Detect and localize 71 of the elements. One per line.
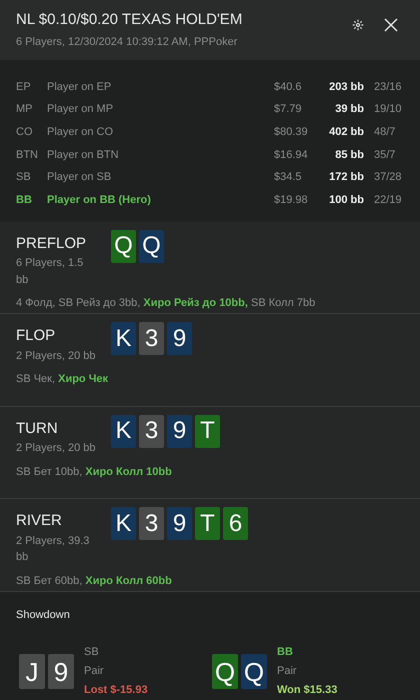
- playing-card: 9: [48, 654, 74, 689]
- player-position: BTN: [16, 148, 39, 163]
- street-name: RIVER: [16, 511, 63, 532]
- playing-card: Q: [241, 654, 267, 689]
- player-big-blinds: 402 bb: [328, 124, 364, 140]
- player-big-blinds: 203 bb: [328, 80, 364, 95]
- hand-info: 6 Players, 12/30/2024 10:39:12 AM, PPPoker: [16, 35, 238, 50]
- street-name: PREFLOP: [16, 234, 88, 254]
- playing-card: T: [195, 414, 220, 448]
- street-name: FLOP: [16, 326, 56, 346]
- player-stack: $19.98: [274, 193, 309, 208]
- playing-card: Q: [212, 654, 238, 689]
- playing-card: K: [111, 507, 136, 540]
- player-stack: $40.6: [274, 80, 303, 95]
- player-position: EP: [16, 80, 32, 95]
- player-name: Player on EP: [47, 80, 112, 95]
- playing-card: J: [19, 654, 45, 689]
- player-stats: 35/7: [373, 148, 396, 163]
- settings-icon[interactable]: [352, 19, 364, 31]
- close-icon[interactable]: [384, 18, 398, 32]
- window-title: NL $0.10/$0.20 TEXAS HOLD'EM: [16, 10, 244, 30]
- player-big-blinds: 172 bb: [328, 170, 364, 186]
- street-name: TURN: [16, 418, 59, 439]
- showdown-title: Showdown: [16, 608, 71, 622]
- street-info: 2 Players, 20 bb: [16, 441, 96, 456]
- playing-card: Q: [111, 230, 136, 263]
- showdown-hand: Pair: [277, 664, 298, 679]
- player-stack: $34.5: [274, 170, 303, 186]
- player-position: BB: [16, 193, 33, 208]
- showdown-result: Lost $-15.93: [84, 683, 148, 698]
- player-name: Player on BB (Hero): [47, 193, 152, 208]
- street-actions: SB Чек, Хиро Чек: [16, 372, 110, 388]
- showdown-result: Won $15.33: [277, 683, 338, 698]
- player-stack: $16.94: [274, 148, 309, 163]
- playing-card: Q: [139, 230, 164, 263]
- playing-card: 6: [223, 507, 248, 540]
- street-actions: 4 Фолд, SB Рейз до 3bb, Хиро Рейз до 10bb, SB Колл 7bb: [16, 296, 316, 312]
- player-position: SB: [16, 170, 32, 186]
- playing-card: K: [111, 322, 136, 356]
- player-stack: $80.39: [274, 124, 309, 140]
- playing-card: 9: [167, 322, 192, 356]
- player-big-blinds: 39 bb: [334, 102, 364, 118]
- showdown-hand: Pair: [84, 664, 105, 679]
- playing-card: 3: [139, 414, 164, 448]
- player-name: Player on SB: [47, 170, 112, 186]
- player-stats: 22/19: [373, 193, 403, 208]
- street-info: 6 Players, 1.5 bb: [16, 256, 84, 288]
- street-actions: SB Бет 60bb, Хиро Колл 60bb: [16, 574, 173, 589]
- playing-card: 3: [139, 322, 164, 356]
- player-name: Player on BTN: [47, 148, 120, 163]
- player-position: CO: [16, 124, 34, 140]
- street-info: 2 Players, 39.3 bb: [16, 534, 90, 566]
- playing-card: 3: [139, 507, 164, 540]
- player-stats: 48/7: [373, 124, 396, 140]
- playing-card: K: [111, 414, 136, 448]
- player-big-blinds: 85 bb: [334, 148, 364, 163]
- player-big-blinds: 100 bb: [328, 193, 364, 208]
- player-name: Player on MP: [47, 102, 114, 118]
- street-info: 2 Players, 20 bb: [16, 348, 96, 364]
- showdown-position: SB: [84, 645, 100, 660]
- player-stats: 19/10: [373, 102, 403, 118]
- player-stack: $7.79: [274, 102, 303, 118]
- street-actions: SB Бет 10bb, Хиро Колл 10bb: [16, 464, 173, 480]
- player-position: MP: [16, 102, 34, 118]
- playing-card: 9: [167, 414, 192, 448]
- player-name: Player on CO: [47, 124, 114, 140]
- player-stats: 23/16: [373, 80, 403, 95]
- playing-card: 9: [167, 507, 192, 540]
- showdown-position: BB: [277, 645, 294, 660]
- player-stats: 37/28: [373, 170, 403, 186]
- playing-card: T: [195, 507, 220, 540]
